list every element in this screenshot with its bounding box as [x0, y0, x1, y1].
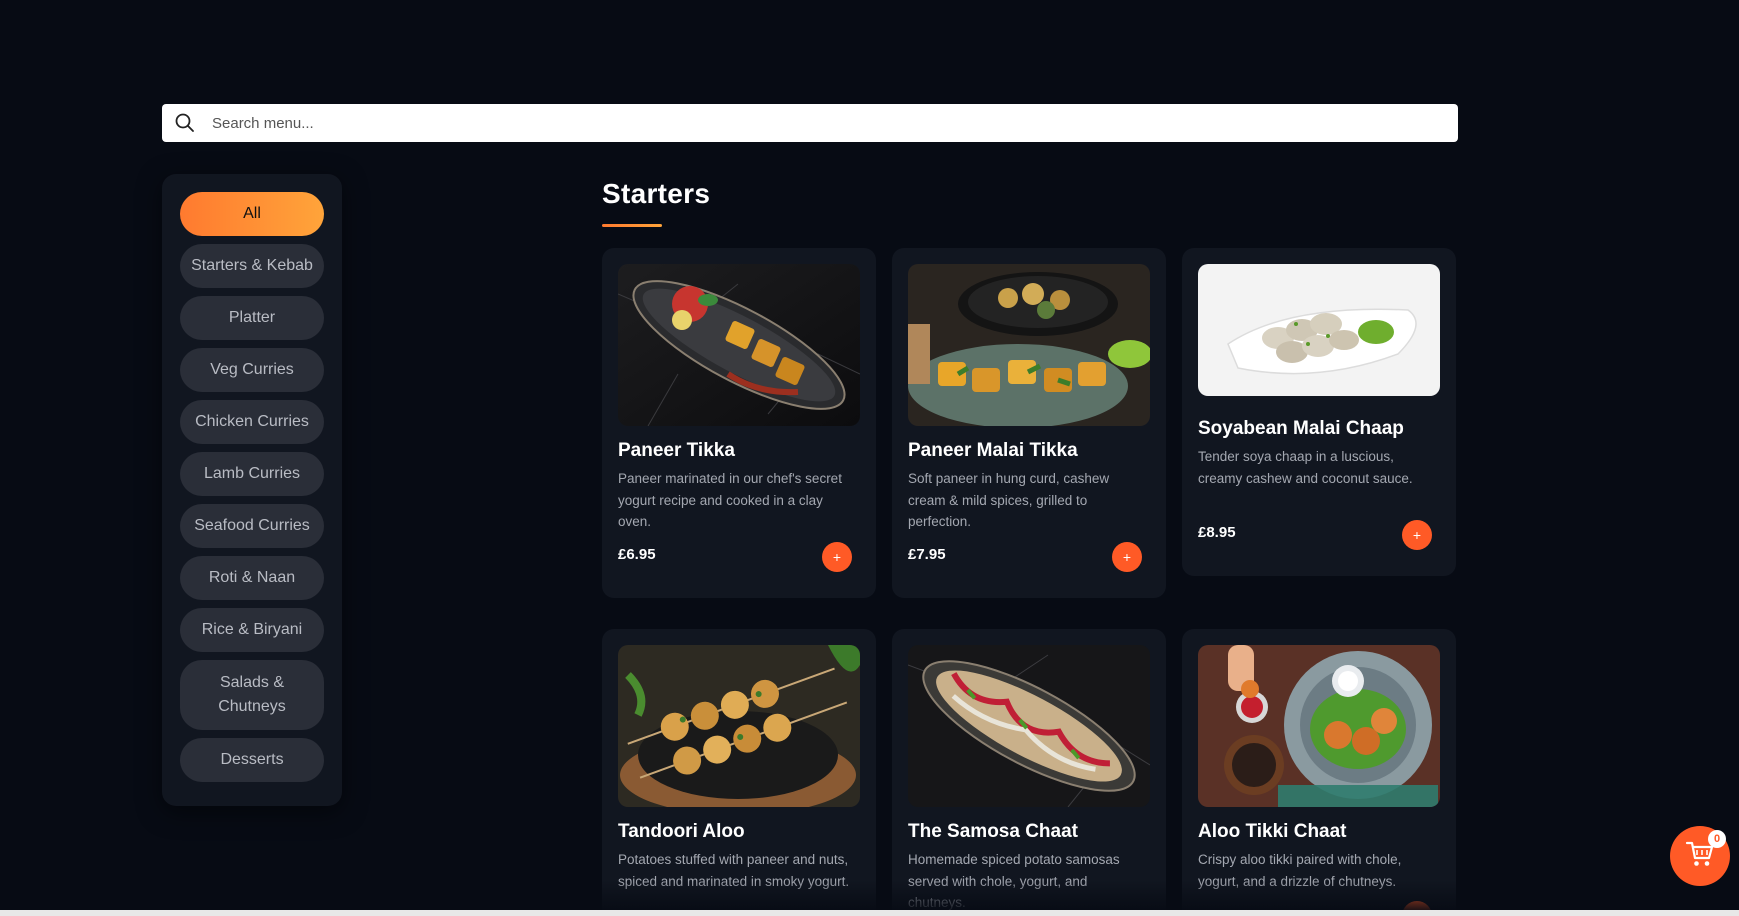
category-rice-biryani[interactable]: Rice & Biryani [180, 608, 324, 652]
item-description: Tender soya chaap in a luscious, creamy … [1198, 449, 1413, 486]
tandoori-aloo-image [618, 645, 860, 807]
category-seafood-curries[interactable]: Seafood Curries [180, 504, 324, 548]
item-description: Homemade spiced potato samosas served wi… [908, 852, 1120, 910]
menu-item-card: Soyabean Malai Chaap Tender soya chaap i… [1182, 248, 1456, 576]
menu-item-card: Paneer Malai Tikka Soft paneer in hung c… [892, 248, 1166, 598]
menu-item-card: Paneer Tikka Paneer marinated in our che… [602, 248, 876, 598]
category-salads-chutneys[interactable]: Salads & Chutneys [180, 660, 324, 730]
category-platter[interactable]: Platter [180, 296, 324, 340]
search-icon [166, 104, 204, 142]
samosa-chaat-image [908, 645, 1150, 807]
aloo-tikki-chaat-image [1198, 645, 1440, 807]
item-name: Paneer Malai Tikka [908, 440, 1078, 461]
menu-item-card: The Samosa Chaat Homemade spiced potato … [892, 629, 1166, 916]
section-title-underline [602, 224, 662, 227]
item-name: The Samosa Chaat [908, 821, 1078, 842]
category-roti-naan[interactable]: Roti & Naan [180, 556, 324, 600]
add-to-cart-button[interactable]: + [822, 542, 852, 572]
menu-page: All Starters & Kebab Platter Veg Curries… [0, 0, 1739, 916]
item-price: £6.95 [618, 546, 656, 563]
section-title: Starters [602, 178, 711, 209]
item-name: Aloo Tikki Chaat [1198, 821, 1347, 842]
add-to-cart-button[interactable]: + [1402, 520, 1432, 550]
category-sidebar: All Starters & Kebab Platter Veg Curries… [162, 174, 342, 806]
cart-count-badge: 0 [1708, 830, 1726, 848]
cart-button[interactable]: 0 [1670, 826, 1730, 886]
menu-item-card: Tandoori Aloo Potatoes stuffed with pane… [602, 629, 876, 916]
add-to-cart-button[interactable]: + [1112, 542, 1142, 572]
category-starters-kebab[interactable]: Starters & Kebab [180, 244, 324, 288]
item-price: £8.95 [1198, 524, 1236, 541]
item-description: Potatoes stuffed with paneer and nuts, s… [618, 852, 850, 889]
category-all[interactable]: All [180, 192, 324, 236]
paneer-malai-tikka-image [908, 264, 1150, 426]
item-description: Paneer marinated in our chef's secret yo… [618, 471, 842, 529]
paneer-tikka-image [618, 264, 860, 426]
search-bar[interactable] [162, 104, 1458, 142]
item-price: £7.95 [908, 546, 946, 563]
category-lamb-curries[interactable]: Lamb Curries [180, 452, 324, 496]
item-description: Crispy aloo tikki paired with chole, yog… [1198, 852, 1402, 889]
category-list: All Starters & Kebab Platter Veg Curries… [180, 192, 324, 790]
item-name: Paneer Tikka [618, 440, 735, 461]
category-desserts[interactable]: Desserts [180, 738, 324, 782]
item-description: Soft paneer in hung curd, cashew cream &… [908, 471, 1110, 529]
category-chicken-curries[interactable]: Chicken Curries [180, 400, 324, 444]
menu-item-card: Aloo Tikki Chaat Crispy aloo tikki paire… [1182, 629, 1456, 916]
search-input[interactable] [204, 104, 1458, 142]
item-name: Tandoori Aloo [618, 821, 745, 842]
window-bottom-edge [0, 910, 1739, 916]
item-name: Soyabean Malai Chaap [1198, 418, 1404, 439]
soyabean-malai-chaap-image [1198, 264, 1440, 396]
category-veg-curries[interactable]: Veg Curries [180, 348, 324, 392]
